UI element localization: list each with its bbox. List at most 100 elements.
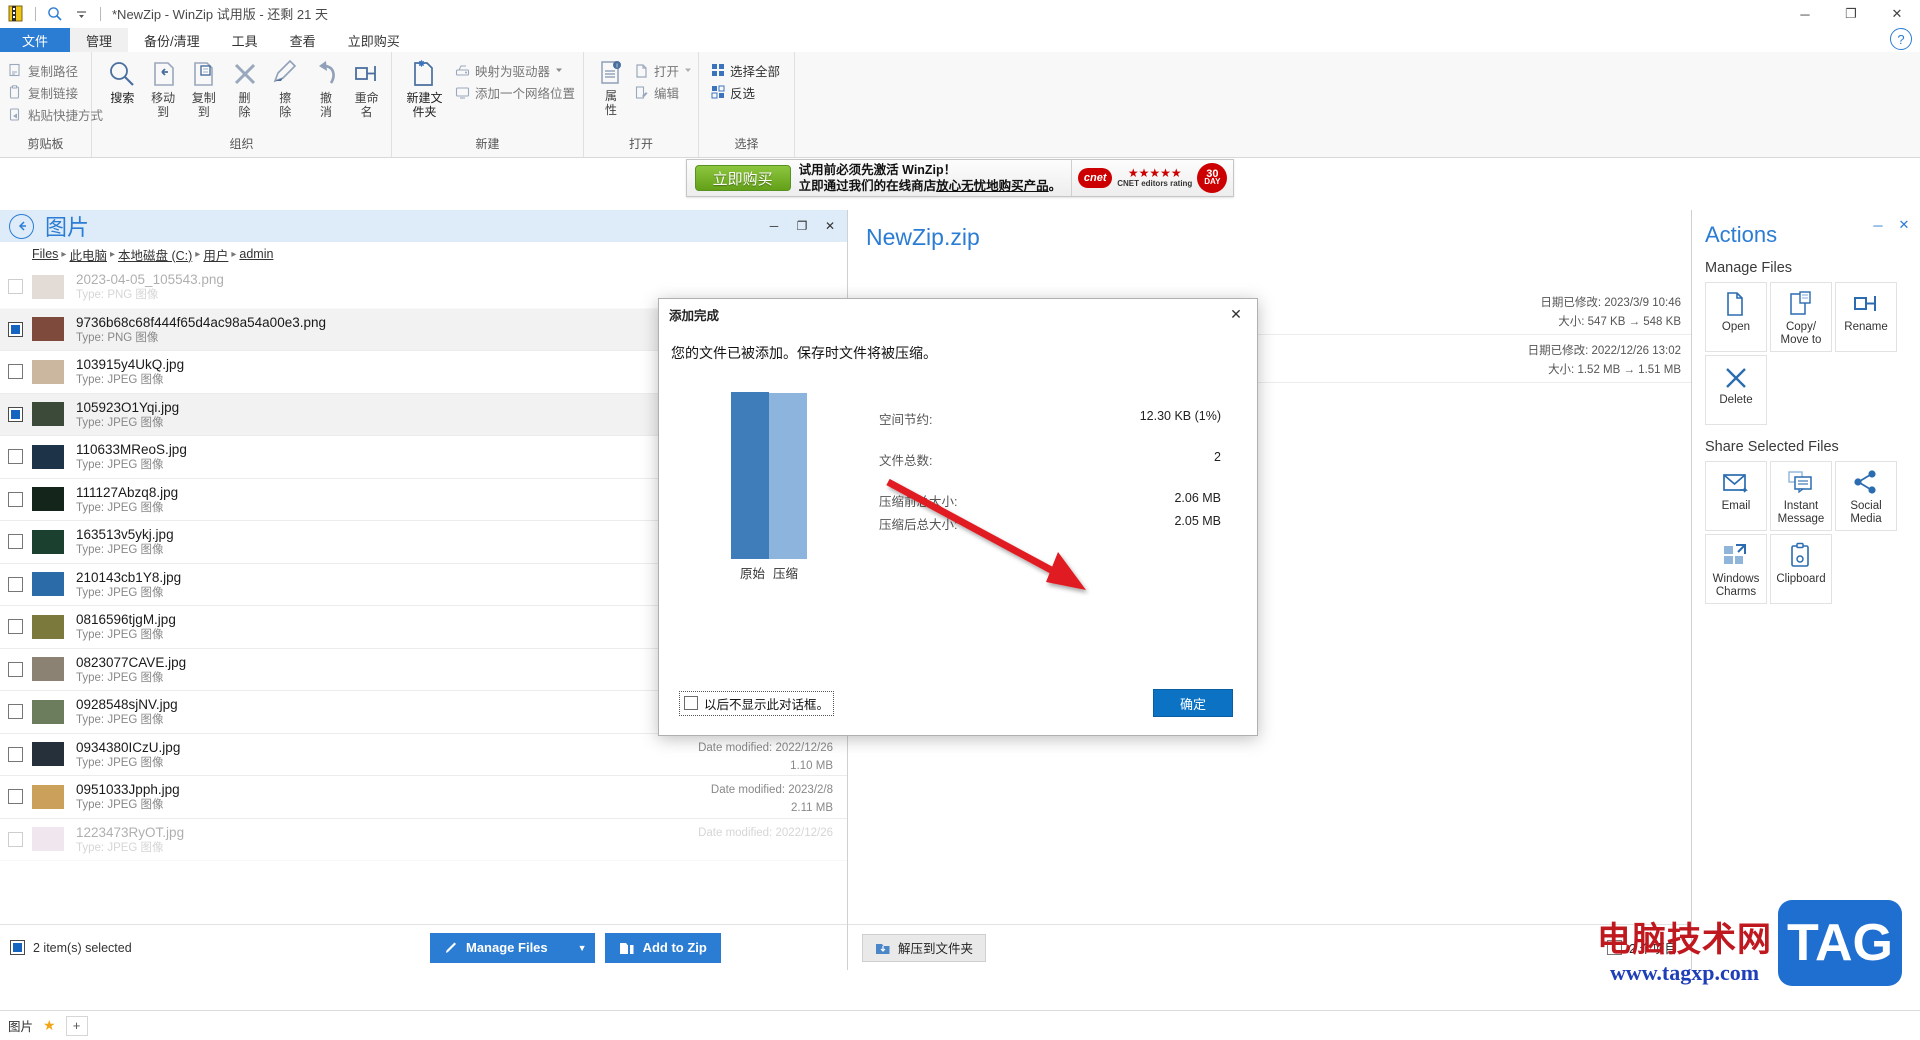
breadcrumb-item-local-disk[interactable]: 本地磁盘 (C:)	[118, 245, 192, 264]
maximize-button[interactable]: ❐	[1828, 0, 1874, 28]
undo-icon	[311, 59, 341, 89]
actions-pane-minimize-button[interactable]: ─	[1866, 214, 1890, 236]
add-network-location-button[interactable]: 添加一个网络位置	[451, 81, 579, 103]
action-instant-message-button[interactable]: Instant Message	[1770, 461, 1832, 531]
dialog-close-button[interactable]: ✕	[1215, 299, 1257, 329]
file-row-checkbox[interactable]	[8, 619, 23, 635]
ribbon-group-clipboard: 复制路径 复制链接 粘贴快捷方式 剪贴板	[0, 52, 103, 157]
manage-files-label: Manage Files	[466, 940, 548, 955]
file-row-checkbox[interactable]	[8, 534, 23, 550]
breadcrumb-item-admin[interactable]: admin	[239, 247, 273, 261]
action-windows-charms-button[interactable]: Windows Charms	[1705, 534, 1767, 604]
delete-button[interactable]: 删 除	[224, 57, 265, 121]
file-list-row[interactable]: 0934380ICzU.jpg Type: JPEG 图像 Date modifie…	[0, 734, 847, 776]
minimize-button[interactable]: ─	[1782, 0, 1828, 28]
tab-tools[interactable]: 工具	[216, 28, 274, 52]
add-tab-button[interactable]: +	[65, 1015, 88, 1036]
chevron-down-icon[interactable]	[71, 4, 91, 24]
chart-bar	[731, 392, 769, 559]
search-button[interactable]: 搜索	[102, 57, 143, 107]
unzip-to-folder-button[interactable]: 解压到文件夹	[862, 933, 987, 962]
action-delete-button[interactable]: Delete	[1705, 355, 1767, 425]
breadcrumb-item-users[interactable]: 用户	[203, 245, 228, 264]
tab-view[interactable]: 查看	[274, 28, 332, 52]
watermark-url: www.tagxp.com	[1609, 960, 1760, 985]
file-row-checkbox[interactable]	[8, 491, 23, 507]
file-type: Type: JPEG 图像	[76, 586, 164, 599]
star-icon[interactable]: ★	[43, 1017, 56, 1034]
files-pane-close-button[interactable]: ✕	[817, 214, 843, 238]
breadcrumb-item-this-pc[interactable]: 此电脑	[69, 245, 107, 264]
search-icon[interactable]	[45, 4, 65, 24]
windows-charms-icon	[1721, 541, 1751, 571]
select-all-button[interactable]: 选择全部	[707, 59, 784, 81]
checkbox-box[interactable]	[684, 696, 698, 710]
file-row-checkbox[interactable]	[8, 831, 23, 847]
ad-banner[interactable]: 立即购买 试用前必须先激活 WinZip！ 立即通过我们的在线商店放心无忧地购买…	[685, 159, 1235, 197]
ad-line-2-link[interactable]: 放心无忧地购买产品	[936, 179, 1049, 193]
ad-buy-now-button[interactable]: 立即购买	[694, 165, 791, 191]
move-to-button[interactable]: 移动 到	[143, 57, 184, 121]
breadcrumb-item-files[interactable]: Files	[32, 247, 58, 261]
actions-pane-close-button[interactable]: ✕	[1892, 214, 1916, 236]
help-button[interactable]: ?	[1890, 28, 1912, 50]
file-row-checkbox[interactable]	[8, 321, 23, 337]
file-row-checkbox[interactable]	[8, 279, 23, 295]
files-pane-minimize-button[interactable]: ─	[761, 214, 787, 238]
breadcrumb-separator: ▸	[61, 248, 67, 260]
file-row-checkbox[interactable]	[8, 576, 23, 592]
file-row-checkbox[interactable]	[8, 704, 23, 720]
tab-manage[interactable]: 管理	[70, 28, 129, 52]
wipe-button[interactable]: 擦 除	[265, 57, 306, 121]
manage-files-button[interactable]: Manage Files ▼	[430, 932, 595, 963]
file-row-checkbox[interactable]	[8, 661, 23, 677]
divider	[35, 6, 36, 21]
dialog-ok-button[interactable]: 确定	[1153, 689, 1233, 717]
properties-button[interactable]: i 属 性	[596, 57, 626, 119]
action-email-button[interactable]: Email	[1705, 461, 1767, 531]
file-row-checkbox[interactable]	[8, 406, 23, 422]
file-row-checkbox[interactable]	[8, 789, 23, 805]
tab-file[interactable]: 文件	[0, 28, 71, 52]
select-all-checkbox[interactable]	[10, 940, 25, 955]
chevron-down-icon[interactable]	[684, 66, 692, 74]
dont-show-again-checkbox[interactable]: 以后不显示此对话框。	[679, 690, 835, 716]
file-row-checkbox[interactable]	[8, 364, 23, 380]
file-meta: 105923O1Yqi.jpg Type: JPEG 图像	[76, 399, 179, 430]
edit-button[interactable]: 编辑	[630, 81, 696, 103]
chart-category-labels: 原始 压缩	[740, 563, 798, 582]
zip-date-modified: 日期已修改: 2023/3/9 10:46	[1540, 297, 1681, 309]
file-list-row[interactable]: 0951033Jpph.jpg Type: JPEG 图像 Date modifie…	[0, 776, 847, 819]
file-row-checkbox[interactable]	[8, 746, 23, 762]
tab-backup-cleanup[interactable]: 备份/清理	[128, 28, 216, 52]
file-list-row[interactable]: 1223473RyOT.jpg Type: JPEG 图像 Date modifie…	[0, 819, 847, 861]
action-clipboard-button[interactable]: Clipboard	[1770, 534, 1832, 604]
action-open-button[interactable]: Open	[1705, 282, 1767, 352]
tab-buy-now[interactable]: 立即购买	[332, 28, 416, 52]
copy-to-button[interactable]: 复制 到	[183, 57, 224, 121]
open-button[interactable]: 打开	[630, 59, 696, 81]
close-button[interactable]: ✕	[1874, 0, 1920, 28]
files-pane-maximize-button[interactable]: ❐	[789, 214, 815, 238]
file-row-checkbox[interactable]	[8, 449, 23, 465]
invert-selection-button[interactable]: 反选	[707, 81, 784, 103]
chevron-down-icon[interactable]	[555, 66, 563, 74]
action-copy-move-button[interactable]: Copy/ Move to	[1770, 282, 1832, 352]
new-folder-button[interactable]: 新建文 件夹	[404, 57, 445, 121]
back-arrow-icon[interactable]	[9, 213, 34, 239]
open-folder-icon	[1721, 289, 1751, 319]
action-social-media-button[interactable]: Social Media	[1835, 461, 1897, 531]
undo-button[interactable]: 撤 消	[306, 57, 347, 121]
winzip-icon[interactable]	[6, 4, 26, 24]
dialog-stats: 空间节约: 12.30 KB (1%) 文件总数: 2 压缩前总大小: 2.06…	[879, 381, 1257, 582]
status-bar-tab-label[interactable]: 图片	[8, 1016, 33, 1035]
action-windows-charms-label: Windows Charms	[1712, 573, 1760, 598]
file-thumbnail	[32, 657, 64, 682]
manage-files-caret-icon[interactable]: ▼	[578, 943, 587, 953]
rename-button[interactable]: 重命 名	[346, 57, 387, 121]
add-to-zip-button[interactable]: Add to Zip	[604, 932, 721, 963]
map-drive-button[interactable]: 映射为驱动器	[451, 59, 579, 81]
action-rename-button[interactable]: Rename	[1835, 282, 1897, 352]
file-meta: 0951033Jpph.jpg Type: JPEG 图像	[76, 781, 180, 812]
delete-x-icon	[1721, 362, 1751, 392]
